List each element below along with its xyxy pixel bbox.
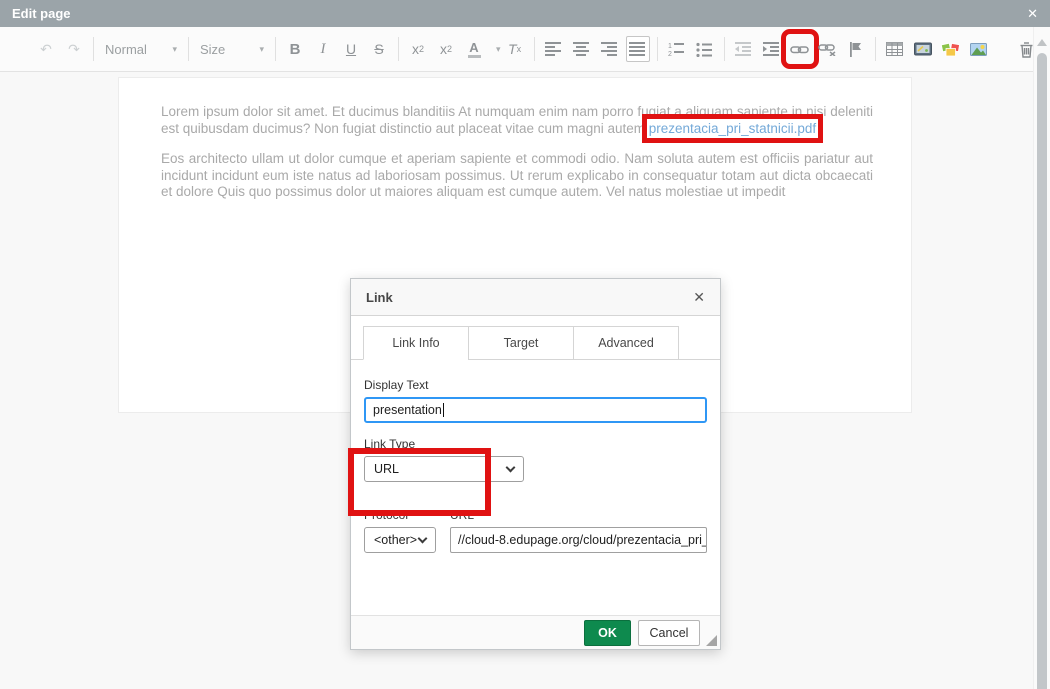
align-right-button[interactable]: [598, 36, 622, 62]
undo-icon[interactable]: ↶: [34, 36, 58, 62]
bullet-list-button[interactable]: [693, 36, 717, 62]
dialog-title: Link: [366, 290, 393, 305]
dialog-body: Display Text presentation Link Type URL …: [351, 360, 720, 563]
align-left-icon: [545, 42, 562, 56]
outdent-icon: [735, 42, 752, 56]
scrollbar-thumb[interactable]: [1037, 53, 1047, 689]
font-size-dropdown[interactable]: Size ▾: [194, 36, 270, 62]
remove-format-button[interactable]: Tx: [503, 36, 527, 62]
link-type-value: URL: [374, 462, 399, 476]
link-dialog-header[interactable]: Link ✕: [351, 279, 720, 316]
url-input[interactable]: //cloud-8.edupage.org/cloud/prezentacia_…: [450, 527, 707, 553]
url-label: URL*: [450, 508, 707, 522]
dialog-resize-handle[interactable]: [706, 635, 717, 646]
text-color-chevron-icon[interactable]: ▾: [496, 44, 501, 55]
document-body: Lorem ipsum dolor sit amet. Et ducimus b…: [119, 78, 911, 201]
chevron-down-icon: [506, 462, 516, 472]
font-size-value: Size: [200, 42, 225, 57]
page-title: Edit page: [12, 6, 71, 21]
protocol-label: Protocol: [364, 508, 436, 522]
toolbar-separator: [657, 37, 658, 61]
embed-media-icon: [914, 42, 932, 56]
chevron-down-icon: ▾: [259, 44, 264, 55]
paragraph-format-value: Normal: [105, 42, 147, 57]
window-titlebar: Edit page ✕: [0, 0, 1050, 27]
paragraph: Lorem ipsum dolor sit amet. Et ducimus b…: [161, 104, 873, 137]
insert-table-button[interactable]: [883, 36, 907, 62]
svg-text:1: 1: [668, 43, 672, 50]
numbered-list-button[interactable]: 12: [665, 36, 689, 62]
dialog-footer: OK Cancel: [351, 615, 720, 649]
text-color-button[interactable]: A: [462, 36, 486, 62]
chevron-down-icon: ▾: [172, 44, 177, 55]
display-text-value: presentation: [373, 403, 442, 417]
dialog-close-icon[interactable]: ✕: [693, 289, 705, 306]
unlink-button[interactable]: [816, 36, 840, 62]
chevron-down-icon: [418, 533, 428, 543]
numbered-list-icon: 12: [668, 42, 685, 57]
toolbar-separator: [534, 37, 535, 61]
subscript-button[interactable]: x2: [406, 36, 430, 62]
indent-icon: [763, 42, 780, 56]
bold-button[interactable]: B: [283, 36, 307, 62]
indent-button[interactable]: [760, 36, 784, 62]
ok-button[interactable]: OK: [584, 620, 631, 646]
paragraph: Eos architecto ullam ut dolor cumque et …: [161, 151, 873, 201]
italic-button[interactable]: I: [311, 36, 335, 62]
superscript-button[interactable]: x2: [434, 36, 458, 62]
color-swatch-bar: [468, 55, 481, 58]
toolbar-separator: [93, 37, 94, 61]
photo-album-button[interactable]: [939, 36, 963, 62]
svg-text:2: 2: [668, 51, 672, 57]
image-icon: [970, 43, 987, 56]
align-center-icon: [573, 42, 590, 56]
outdent-button[interactable]: [732, 36, 756, 62]
protocol-url-row: Protocol <other> URL* //cloud-8.edupage.…: [364, 500, 707, 553]
unlink-icon: [818, 43, 837, 56]
embed-media-button[interactable]: [911, 36, 935, 62]
paragraph-format-dropdown[interactable]: Normal ▾: [99, 36, 183, 62]
bullet-list-icon: [696, 42, 713, 57]
tab-link-info[interactable]: Link Info: [363, 326, 469, 360]
underline-button[interactable]: U: [339, 36, 363, 62]
anchor-button[interactable]: [844, 36, 868, 62]
close-icon[interactable]: ✕: [1027, 6, 1038, 22]
insert-link-button[interactable]: [788, 36, 812, 62]
justify-button[interactable]: [626, 36, 650, 62]
url-value: //cloud-8.edupage.org/cloud/prezentacia_…: [458, 533, 707, 547]
trash-icon: [1019, 41, 1034, 58]
display-text-label: Display Text: [364, 378, 707, 392]
protocol-value: <other>: [374, 533, 417, 547]
link-type-label: Link Type: [364, 437, 707, 451]
link-icon: [790, 44, 809, 55]
align-center-button[interactable]: [570, 36, 594, 62]
text-cursor: [443, 403, 444, 417]
display-text-input[interactable]: presentation: [364, 397, 707, 423]
scroll-up-arrow-icon[interactable]: [1037, 39, 1047, 46]
toolbar-separator: [398, 37, 399, 61]
tab-target[interactable]: Target: [468, 326, 574, 360]
redo-icon[interactable]: ↷: [62, 36, 86, 62]
strikethrough-button[interactable]: S: [367, 36, 391, 62]
align-right-icon: [601, 42, 618, 56]
vertical-scrollbar[interactable]: [1033, 27, 1050, 689]
justify-icon: [629, 42, 646, 56]
link-type-select[interactable]: URL: [364, 456, 524, 482]
pdf-link[interactable]: prezentacia_pri_statnicii.pdf: [649, 121, 816, 136]
editor-toolbar: ↶ ↷ Normal ▾ Size ▾ B I U S x2 x2 A ▾ Tx…: [0, 27, 1050, 72]
toolbar-separator: [875, 37, 876, 61]
toolbar-separator: [188, 37, 189, 61]
cancel-button[interactable]: Cancel: [638, 620, 700, 646]
link-dialog: Link ✕ Link Info Target Advanced Display…: [350, 278, 721, 650]
table-icon: [886, 42, 903, 56]
dialog-tab-bar: Link Info Target Advanced: [351, 316, 720, 360]
protocol-select[interactable]: <other>: [364, 527, 436, 553]
insert-image-button[interactable]: [967, 36, 991, 62]
toolbar-separator: [724, 37, 725, 61]
flag-icon: [848, 42, 863, 57]
align-left-button[interactable]: [542, 36, 566, 62]
toolbar-separator: [275, 37, 276, 61]
photo-album-icon: [941, 42, 960, 57]
tab-advanced[interactable]: Advanced: [573, 326, 679, 360]
